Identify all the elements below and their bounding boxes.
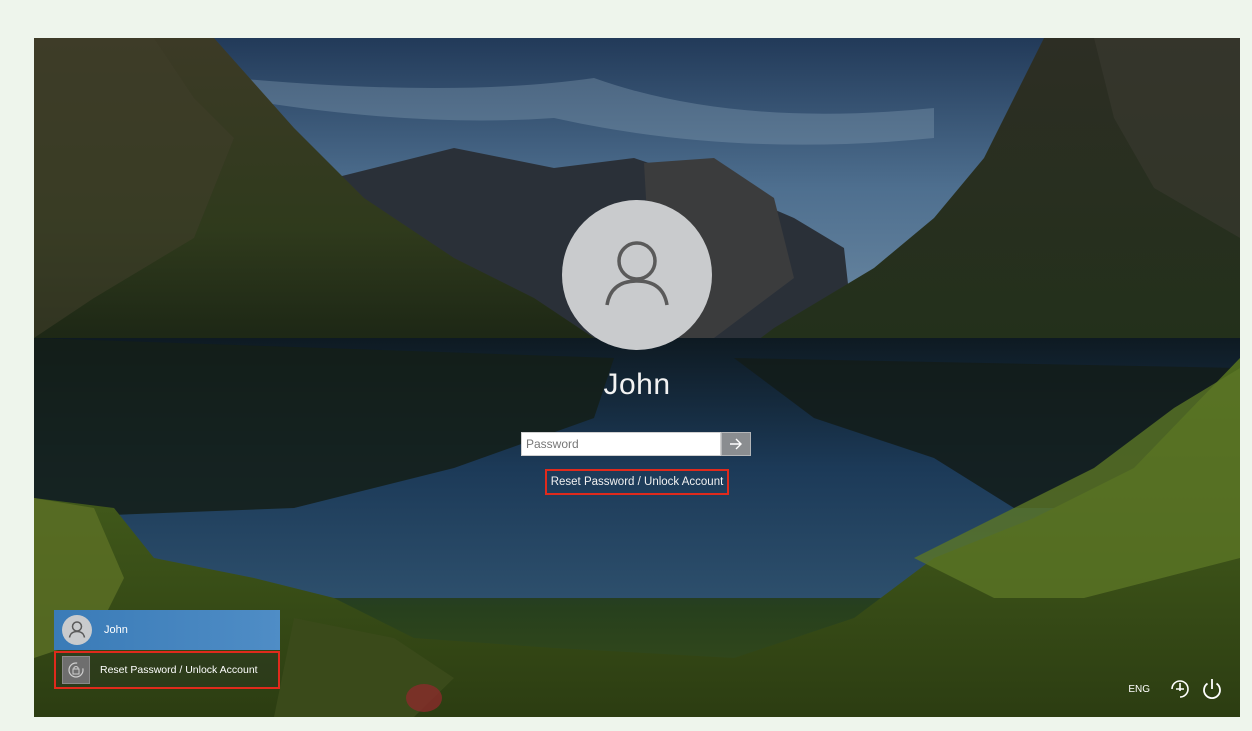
user-avatar <box>562 200 712 350</box>
user-tile-label: John <box>104 624 128 636</box>
system-tray: ENG <box>1128 675 1226 703</box>
power-button[interactable] <box>1198 675 1226 703</box>
reset-password-link[interactable]: Reset Password / Unlock Account <box>545 469 729 495</box>
ease-of-access-icon <box>1171 680 1189 698</box>
user-tile-avatar <box>62 615 92 645</box>
user-tile-john[interactable]: John <box>54 610 280 650</box>
reset-password-icon <box>62 656 90 684</box>
password-field-group <box>521 432 753 458</box>
username-title: John <box>603 368 671 401</box>
user-switcher-list: John Reset Password / Unlock Account <box>54 610 280 689</box>
reset-password-tile[interactable]: Reset Password / Unlock Account <box>54 651 280 689</box>
ease-of-access-button[interactable] <box>1166 675 1194 703</box>
password-input[interactable] <box>521 432 721 456</box>
user-icon <box>605 241 669 306</box>
reset-password-tile-label: Reset Password / Unlock Account <box>100 664 258 676</box>
submit-arrow-button[interactable] <box>721 432 751 456</box>
power-icon <box>1203 679 1221 700</box>
user-icon <box>68 621 86 638</box>
lock-screen: John Reset Password / Unlock Account Joh… <box>34 38 1240 717</box>
arrow-right-icon <box>730 438 742 450</box>
language-indicator[interactable]: ENG <box>1128 684 1150 695</box>
